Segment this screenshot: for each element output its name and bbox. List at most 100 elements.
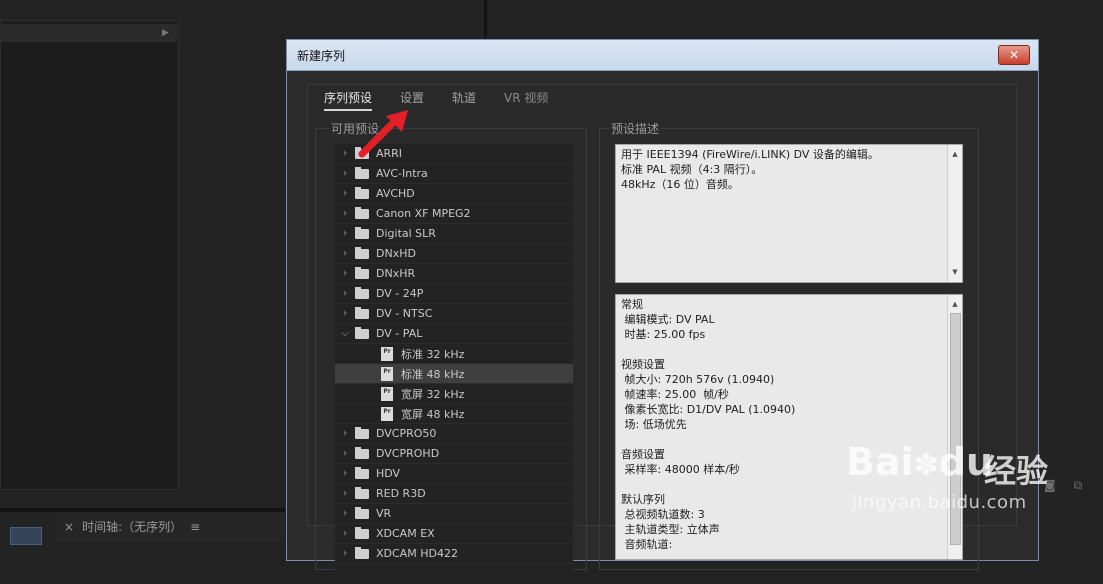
preset-label: 标准 48 kHz: [401, 367, 465, 381]
preset-label: DV - NTSC: [376, 307, 433, 320]
description-line: 用于 IEEE1394 (FireWire/i.LINK) DV 设备的编辑。: [621, 148, 879, 161]
preset-folder-row[interactable]: › HDV: [335, 464, 573, 484]
preset-folder-row[interactable]: › Canon XF MPEG2: [335, 204, 573, 224]
scroll-up-icon[interactable]: ▲: [948, 147, 962, 162]
dialog-title: 新建序列: [297, 48, 346, 63]
description-line: 标准 PAL 视频（4:3 隔行）。: [621, 163, 763, 176]
folder-icon: [355, 186, 369, 199]
preset-folder-row[interactable]: › DNxHD: [335, 244, 573, 264]
folder-icon: [355, 166, 369, 179]
chevron-right-icon[interactable]: ›: [335, 308, 355, 319]
preset-folder-row[interactable]: › VR: [335, 504, 573, 524]
preset-label: XDCAM HD422: [376, 547, 458, 560]
preset-label: DV - PAL: [376, 327, 423, 340]
chevron-right-icon[interactable]: ›: [335, 248, 355, 259]
folder-icon: [355, 326, 369, 339]
dialog-close-button[interactable]: ✕: [998, 45, 1030, 65]
preset-label: 宽屏 32 kHz: [401, 387, 465, 401]
source-panel-header: [0, 24, 177, 42]
preset-item-row[interactable]: Pr 宽屏 48 kHz: [335, 404, 573, 424]
preset-details-box[interactable]: 常规 编辑模式: DV PAL 时基: 25.00 fps 视频设置 帧大小: 7…: [615, 294, 963, 560]
chevron-right-icon[interactable]: ›: [335, 508, 355, 519]
preset-description-box[interactable]: 用于 IEEE1394 (FireWire/i.LINK) DV 设备的编辑。 …: [615, 144, 963, 283]
scroll-up-icon[interactable]: ▲: [948, 297, 962, 312]
preset-folder-row[interactable]: › DV - NTSC: [335, 304, 573, 324]
source-panel: [0, 20, 179, 490]
export-frame-icon[interactable]: ⧉: [1074, 478, 1083, 493]
chevron-right-icon[interactable]: ›: [335, 148, 355, 159]
timeline-tab[interactable]: × 时间轴:（无序列） ≡: [56, 512, 294, 541]
chevron-right-icon[interactable]: ›: [335, 448, 355, 459]
details-line: 帧速率: 25.00 帧/秒: [621, 388, 729, 401]
preset-folder-row[interactable]: ⌵ DV - PAL: [335, 324, 573, 344]
preset-folder-row[interactable]: › AVC-Intra: [335, 164, 573, 184]
details-scrollbar[interactable]: ▲: [947, 295, 962, 559]
tab-sequence-presets[interactable]: 序列预设: [324, 89, 373, 111]
preset-folder-row[interactable]: › Digital SLR: [335, 224, 573, 244]
chevron-right-icon[interactable]: ›: [335, 428, 355, 439]
annotation-arrow-icon: [358, 110, 408, 158]
folder-icon: [355, 206, 369, 219]
timeline-menu-icon[interactable]: ≡: [190, 520, 200, 534]
scroll-down-icon[interactable]: ▼: [948, 265, 962, 280]
chevron-right-icon[interactable]: ›: [335, 188, 355, 199]
folder-icon: [355, 226, 369, 239]
preset-label: VR: [376, 507, 392, 520]
folder-icon: [355, 446, 369, 459]
dialog-titlebar[interactable]: 新建序列 ✕: [287, 40, 1038, 71]
tab-vr-video[interactable]: VR 视频: [504, 89, 548, 111]
preset-label: HDV: [376, 467, 401, 480]
tab-settings[interactable]: 设置: [400, 89, 424, 111]
folder-icon: [355, 526, 369, 539]
preset-folder-row[interactable]: › XDCAM HD422: [335, 544, 573, 564]
preset-folder-row[interactable]: › RED R3D: [335, 484, 573, 504]
watermark-url: jingyan.baidu.com: [852, 492, 1027, 513]
chevron-right-icon[interactable]: ›: [335, 528, 355, 539]
preset-label: DVCPRO50: [376, 427, 437, 440]
details-line: 音频轨道:: [621, 538, 673, 551]
details-line: 像素长宽比: D1/DV PAL (1.0940): [621, 403, 796, 416]
chevron-right-icon[interactable]: ›: [335, 548, 355, 559]
preset-item-row[interactable]: Pr 标准 32 kHz: [335, 344, 573, 364]
folder-icon: [355, 246, 369, 259]
panel-expand-arrow-icon[interactable]: ▶: [162, 28, 169, 38]
description-scrollbar[interactable]: ▲ ▼: [947, 145, 962, 282]
preset-label: AVCHD: [376, 187, 415, 200]
preset-item-row[interactable]: Pr 标准 48 kHz: [335, 364, 573, 384]
preset-folder-row[interactable]: › DV - 24P: [335, 284, 573, 304]
preset-label: AVC-Intra: [376, 167, 428, 180]
panel-divider-vertical: [484, 0, 487, 40]
preset-folder-row[interactable]: › XDCAM EX: [335, 524, 573, 544]
details-line: 主轨道类型: 立体声: [621, 523, 720, 536]
details-line: 编辑模式: DV PAL: [621, 313, 715, 326]
preset-label: XDCAM EX: [376, 527, 435, 540]
preset-label: 标准 32 kHz: [401, 347, 465, 361]
folder-icon: [355, 266, 369, 279]
folder-icon: [355, 466, 369, 479]
preset-item-row[interactable]: Pr 宽屏 32 kHz: [335, 384, 573, 404]
chevron-right-icon[interactable]: ›: [335, 488, 355, 499]
chevron-right-icon[interactable]: ›: [335, 208, 355, 219]
chevron-down-icon[interactable]: ⌵: [335, 328, 355, 339]
details-line: 帧大小: 720h 576v (1.0940): [621, 373, 775, 386]
preset-label: DVCPROHD: [376, 447, 440, 460]
details-line: 视频设置: [621, 358, 665, 371]
chevron-right-icon[interactable]: ›: [335, 168, 355, 179]
preset-folder-row[interactable]: › DVCPROHD: [335, 444, 573, 464]
timeline-tab-label: 时间轴:（无序列）: [82, 520, 183, 534]
preset-folder-row[interactable]: › DVCPRO50: [335, 424, 573, 444]
chevron-right-icon[interactable]: ›: [335, 268, 355, 279]
description-group-label: 预设描述: [609, 120, 662, 137]
watermark-jingyan: 经验: [984, 452, 1049, 490]
details-line: 常规: [621, 298, 643, 311]
tab-tracks[interactable]: 轨道: [452, 89, 476, 111]
details-line: [621, 342, 957, 357]
chevron-right-icon[interactable]: ›: [335, 228, 355, 239]
chevron-right-icon[interactable]: ›: [335, 288, 355, 299]
preset-folder-row[interactable]: › DNxHR: [335, 264, 573, 284]
timeline-close-icon[interactable]: ×: [64, 520, 74, 534]
chevron-right-icon[interactable]: ›: [335, 468, 355, 479]
timeline-play-icon[interactable]: [10, 527, 42, 545]
preset-label: Canon XF MPEG2: [376, 207, 471, 220]
preset-folder-row[interactable]: › AVCHD: [335, 184, 573, 204]
